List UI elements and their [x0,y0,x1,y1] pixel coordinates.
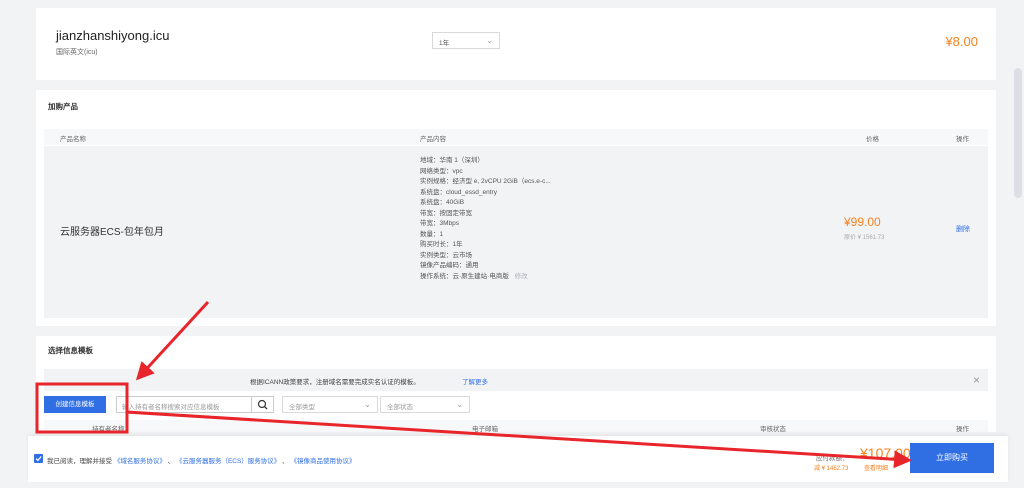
addon-row: 云服务器ECS-包年包月 地域：华南 1（深圳） 网络类型：vpc 实例规格：经… [44,146,988,318]
addon-table-header: 产品名称 产品内容 价格 操作 [44,129,988,145]
check-icon [35,456,42,462]
col-product-name: 产品名称 [60,136,86,143]
notice-text: 根据ICANN政策要求，注册域名需要完成实名认证的模板。 [250,379,420,386]
status-filter-value: 全部状态 [387,404,413,411]
detail-os-text: 操作系统：云·原生建站·电商版 [420,272,509,280]
addon-product-name: 云服务器ECS-包年包月 [60,227,164,238]
col-email: 电子邮箱 [472,426,498,432]
col-price: 价格 [866,136,879,143]
detail-line: 系统盘：cloud_essd_entry [420,188,497,196]
template-card: 选择信息模板 根据ICANN政策要求，注册域名需要完成实名认证的模板。 了解更多… [36,336,996,432]
total-label: 应付款额： [816,455,849,462]
detail-line: 数量：1 [420,230,444,238]
template-table-header: 持有者名称 电子邮箱 审核状态 操作 [44,420,988,432]
chevron-down-icon: ⌄ [486,36,493,45]
detail-line: 带宽：按固定带宽 [420,209,472,217]
detail-line: 购买时长：1年 [420,241,463,248]
chevron-down-icon: ⌄ [456,400,463,409]
close-icon[interactable]: × [973,373,980,387]
col-holder-name: 持有者名称 [92,426,125,432]
agreement-text: 我已阅读，理解并接受 《域名服务协议》 、 《云服务器服务（ECS）服务协议》 … [47,455,355,465]
notice-learn-more-link[interactable]: 了解更多 [462,376,488,386]
terms-separator: 、 [167,458,175,465]
addon-title: 加购产品 [48,102,78,111]
col-review-status: 审核状态 [760,426,786,432]
total-amount: ¥107.00 [860,445,911,461]
os-edit-link[interactable]: 修改 [515,273,528,280]
detail-line: 带宽：3Mbps [420,220,460,227]
duration-select[interactable]: 1年 ⌄ [432,32,500,49]
terms-image-link[interactable]: 《镜像商品使用协议》 [290,458,355,465]
detail-line: 网络类型：vpc [420,167,463,175]
type-filter-select[interactable]: 全部类型 ⌄ [282,396,378,413]
agree-prefix: 我已阅读，理解并接受 [47,458,112,465]
create-template-button[interactable]: 创建信息模板 [44,396,106,413]
addon-price: ¥99.00 [844,215,881,229]
domain-name: jianzhanshiyong.icu [56,28,170,43]
search-button[interactable] [252,396,274,413]
template-search-input[interactable]: 输入持有者名称搜索对应信息模板 [116,396,252,413]
chevron-down-icon: ⌄ [364,400,371,409]
addon-details: 地域：华南 1（深圳） 网络类型：vpc 实例规格：经济型 e, 2vCPU 2… [420,156,551,282]
domain-item-card: jianzhanshiyong.icu 国际英文(icu) 1年 ⌄ ¥8.00 [36,8,996,80]
scrollbar-track[interactable] [1012,0,1024,488]
buy-now-button[interactable]: 立即购买 [910,443,994,473]
type-filter-value: 全部类型 [289,404,315,411]
view-details-link[interactable]: 查看明细 [864,463,888,472]
col-product-content: 产品内容 [420,136,446,143]
footer-bar: 我已阅读，理解并接受 《域名服务协议》 、 《云服务器服务（ECS）服务协议》 … [28,436,1008,482]
status-filter-select[interactable]: 全部状态 ⌄ [380,396,470,413]
search-icon [257,399,268,410]
domain-suffix-type: 国际英文(icu) [56,49,98,56]
detail-line: 镜像产品编码：通用 [420,262,479,269]
col-action: 操作 [956,136,969,143]
detail-line-os: 操作系统：云·原生建站·电商版 修改 [420,272,551,283]
addon-card: 加购产品 产品名称 产品内容 价格 操作 云服务器ECS-包年包月 地域：华南 … [36,90,996,326]
detail-line: 地域：华南 1（深圳） [420,157,484,164]
terms-ecs-link[interactable]: 《云服务器服务（ECS）服务协议》 [176,458,280,465]
terms-domain-link[interactable]: 《域名服务协议》 [114,458,166,465]
domain-price: ¥8.00 [945,34,978,49]
template-title: 选择信息模板 [48,346,93,355]
saved-amount: 减 ¥ 1462.73 [814,466,849,472]
scrollbar-thumb[interactable] [1014,68,1022,198]
detail-line: 实例类型：云市场 [420,251,472,259]
col-operation: 操作 [956,426,969,432]
duration-value: 1年 [439,40,450,47]
search-placeholder: 输入持有者名称搜索对应信息模板 [122,404,220,411]
addon-original-price: 原价 ¥ 1561.73 [844,235,885,241]
agree-checkbox[interactable] [34,454,43,463]
delete-link[interactable]: 删除 [956,224,970,234]
terms-separator: 、 [282,458,289,465]
detail-line: 系统盘：40GiB [420,199,465,206]
template-notice: 根据ICANN政策要求，注册域名需要完成实名认证的模板。 了解更多 × [44,369,988,391]
detail-line: 实例规格：经济型 e, 2vCPU 2GiB（ecs.e-c... [420,178,551,185]
